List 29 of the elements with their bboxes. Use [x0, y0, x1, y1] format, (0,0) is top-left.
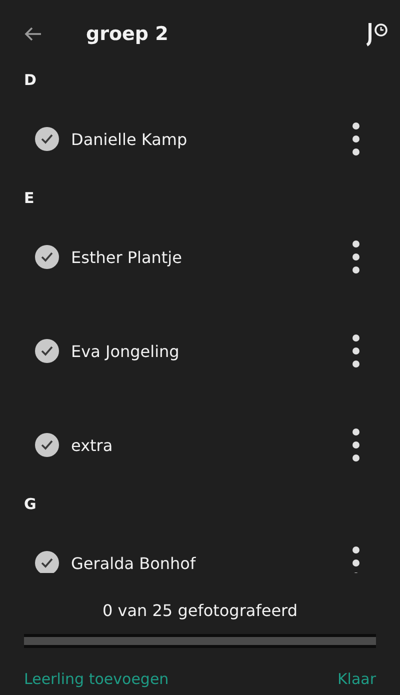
more-options-icon[interactable] — [352, 122, 360, 156]
check-icon — [40, 439, 54, 451]
section-letter: G — [23, 494, 38, 515]
checkbox[interactable] — [35, 433, 59, 457]
check-icon — [40, 251, 54, 263]
more-options-icon[interactable] — [352, 546, 360, 573]
check-icon — [40, 557, 54, 569]
student-name[interactable]: Danielle Kamp — [71, 130, 352, 148]
back-arrow-icon[interactable] — [24, 27, 42, 41]
check-icon — [40, 133, 54, 145]
checkbox[interactable] — [35, 339, 59, 363]
student-name[interactable]: Esther Plantje — [71, 248, 352, 266]
more-options-icon[interactable] — [352, 334, 360, 368]
student-name[interactable]: Eva Jongeling — [71, 342, 352, 360]
progress-text: 0 van 25 gefotografeerd — [102, 600, 298, 622]
screen-title: groep 2 — [86, 23, 170, 45]
done-link[interactable]: Klaar — [337, 670, 376, 688]
more-options-icon[interactable] — [352, 428, 360, 462]
student-name[interactable]: Geralda Bonhof — [71, 554, 352, 572]
more-options-icon[interactable] — [352, 240, 360, 274]
section-letter: E — [23, 188, 36, 209]
student-name[interactable]: extra — [71, 436, 352, 454]
add-student-link[interactable]: Leerling toevoegen — [24, 670, 169, 688]
check-icon — [40, 345, 54, 357]
checkbox[interactable] — [35, 127, 59, 151]
clock-icon[interactable] — [366, 21, 388, 47]
checkbox[interactable] — [35, 551, 59, 573]
section-letter: D — [23, 70, 38, 91]
checkbox[interactable] — [35, 245, 59, 269]
